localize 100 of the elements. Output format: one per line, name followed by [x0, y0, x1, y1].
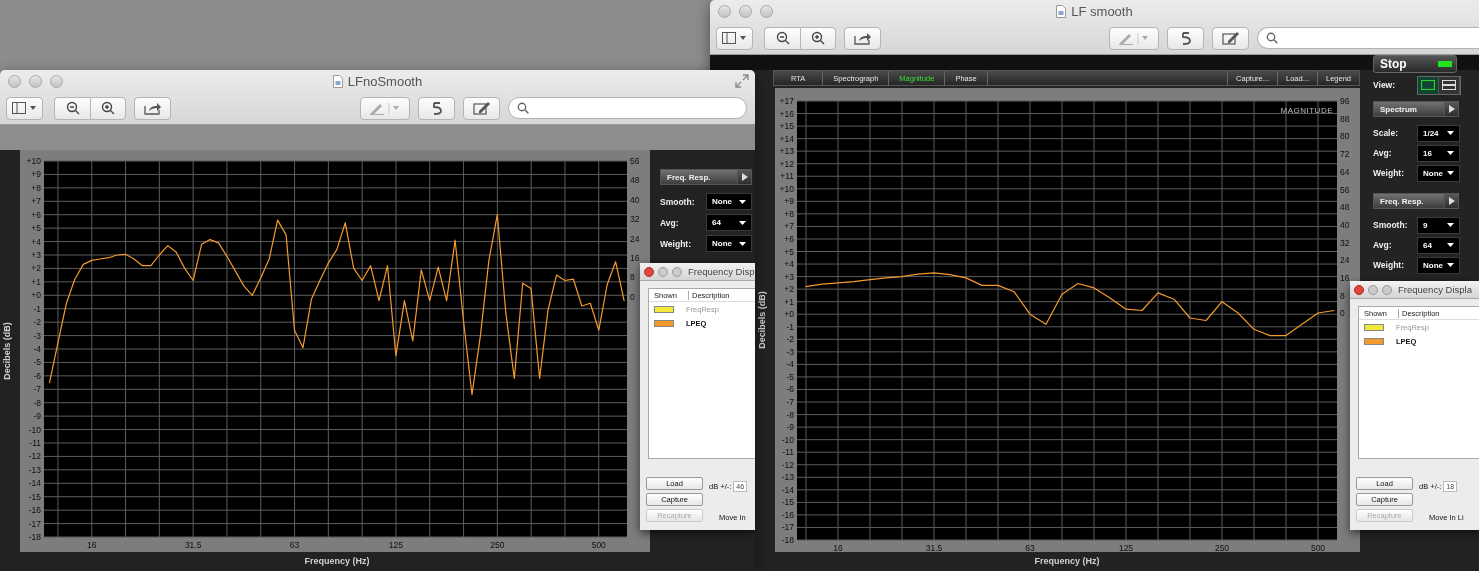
search-field[interactable] — [508, 97, 747, 119]
y-tick-label: +3 — [31, 250, 41, 260]
zoom-out-button[interactable] — [54, 96, 90, 120]
close-button[interactable] — [644, 266, 654, 277]
dialog-title: Frequency Disp — [688, 266, 755, 277]
right-axis-label: 80 — [1340, 131, 1350, 142]
share-button[interactable] — [134, 96, 171, 120]
right-axis-label: 56 — [1340, 184, 1350, 195]
pen-caret-icon — [1118, 31, 1150, 45]
setting-label: Smooth: — [660, 196, 696, 207]
x-tick-label: 125 — [388, 540, 404, 550]
document-icon — [332, 75, 343, 88]
fullscreen-icon[interactable] — [735, 74, 749, 88]
search-icon — [1266, 32, 1278, 44]
y-tick-label: -11 — [29, 438, 41, 448]
y-tick-label: +3 — [784, 271, 794, 282]
document-icon — [1056, 5, 1067, 18]
caret-icon — [1447, 243, 1454, 247]
expand-button[interactable] — [1445, 101, 1459, 117]
y-tick-label: -4 — [33, 344, 41, 354]
trace-swatch[interactable] — [1364, 323, 1384, 331]
zoom-out-button[interactable] — [764, 26, 800, 50]
y-tick-label: +6 — [31, 209, 41, 220]
edit-button[interactable] — [1212, 26, 1249, 50]
setting-label: Avg: — [1373, 148, 1393, 158]
pen-caret-icon — [369, 101, 401, 115]
y-tick-label: -3 — [33, 330, 41, 341]
split-pane-icon — [1442, 80, 1456, 90]
y-tick-label: -1 — [33, 303, 41, 314]
share-button[interactable] — [844, 26, 881, 50]
x-tick-label: 125 — [1118, 543, 1134, 553]
expand-button[interactable] — [738, 169, 752, 185]
caret-icon — [739, 220, 746, 225]
setting-dropdown[interactable]: None — [1417, 164, 1460, 182]
setting-dropdown[interactable]: 16 — [1417, 144, 1460, 162]
y-tick-label: -15 — [781, 497, 794, 508]
y-tick-label: +9 — [784, 196, 794, 207]
x-tick-label: 63 — [1025, 543, 1035, 553]
y-axis-label: Decibels (dB) — [757, 291, 767, 349]
y-tick-label: -5 — [786, 371, 794, 382]
setting-dropdown[interactable]: None — [706, 235, 752, 252]
y-tick-label: +16 — [779, 108, 794, 119]
expand-button[interactable] — [1445, 193, 1459, 209]
right-axis-label: 16 — [630, 253, 640, 263]
y-tick-label: -17 — [28, 518, 41, 529]
trace-swatch[interactable] — [654, 305, 674, 313]
chart-title: MAGNITUDE — [1280, 106, 1333, 115]
sidebar-caret-icon — [11, 102, 38, 114]
trace-swatch[interactable] — [1364, 337, 1384, 345]
y-tick-label: -7 — [786, 397, 794, 408]
share-icon — [853, 31, 872, 45]
split-view-button[interactable] — [1439, 76, 1460, 94]
caret-icon — [1447, 223, 1454, 227]
sidebar-toggle-button[interactable] — [716, 26, 753, 50]
rotate-button[interactable] — [1167, 26, 1204, 50]
setting-label: Weight: — [660, 238, 692, 249]
rotate-button[interactable] — [418, 96, 455, 120]
y-tick-label: +2 — [31, 263, 41, 274]
y-tick-label: -12 — [28, 451, 41, 462]
single-view-button[interactable] — [1418, 76, 1439, 94]
right-axis-label: 64 — [1340, 166, 1350, 177]
caret-icon — [739, 241, 746, 246]
close-button[interactable] — [1354, 284, 1364, 295]
right-axis-label: 88 — [1340, 113, 1350, 124]
share-icon — [143, 101, 162, 115]
y-tick-label: -3 — [786, 346, 794, 357]
setting-dropdown[interactable]: None — [1417, 256, 1460, 274]
y-tick-label: -18 — [28, 532, 41, 542]
zoom-in-button[interactable] — [800, 26, 836, 50]
edit-button[interactable] — [463, 96, 500, 120]
setting-label: Smooth: — [1373, 220, 1409, 230]
zoom-out-icon — [775, 31, 790, 45]
search-field[interactable] — [1257, 27, 1479, 49]
triangle-icon — [1448, 197, 1455, 205]
setting-dropdown[interactable]: 9 — [1417, 216, 1460, 234]
y-tick-label: -8 — [33, 397, 41, 408]
sidebar-toggle-button[interactable] — [6, 96, 43, 120]
y-axis-label: Decibels (dB) — [2, 322, 12, 380]
stop-button[interactable]: Stop — [1373, 55, 1457, 73]
x-tick-label: 500 — [591, 540, 606, 550]
y-tick-label: +7 — [31, 196, 41, 207]
trace-swatch[interactable] — [654, 319, 674, 327]
right-axis-label: 16 — [1340, 273, 1350, 283]
zoom-out-icon — [65, 101, 80, 115]
setting-dropdown[interactable]: None — [706, 193, 752, 210]
y-tick-label: +6 — [784, 233, 794, 244]
y-tick-label: +14 — [779, 133, 794, 144]
x-tick-label: 31.5 — [925, 543, 943, 553]
setting-dropdown[interactable]: 64 — [706, 214, 752, 231]
y-tick-label: +0 — [31, 290, 41, 301]
right-axis-label: 24 — [1340, 255, 1350, 266]
setting-dropdown[interactable]: 1/24 — [1417, 124, 1460, 142]
setting-label: Weight: — [1373, 260, 1405, 270]
setting-dropdown[interactable]: 64 — [1417, 236, 1460, 254]
y-tick-label: +12 — [779, 158, 794, 169]
zoom-in-button[interactable] — [90, 96, 126, 120]
y-tick-label: +8 — [784, 208, 794, 219]
section-button[interactable]: Spectrum — [1373, 101, 1445, 117]
section-button[interactable]: Freq. Resp. — [660, 169, 738, 185]
section-button[interactable]: Freq. Resp. — [1373, 193, 1445, 209]
